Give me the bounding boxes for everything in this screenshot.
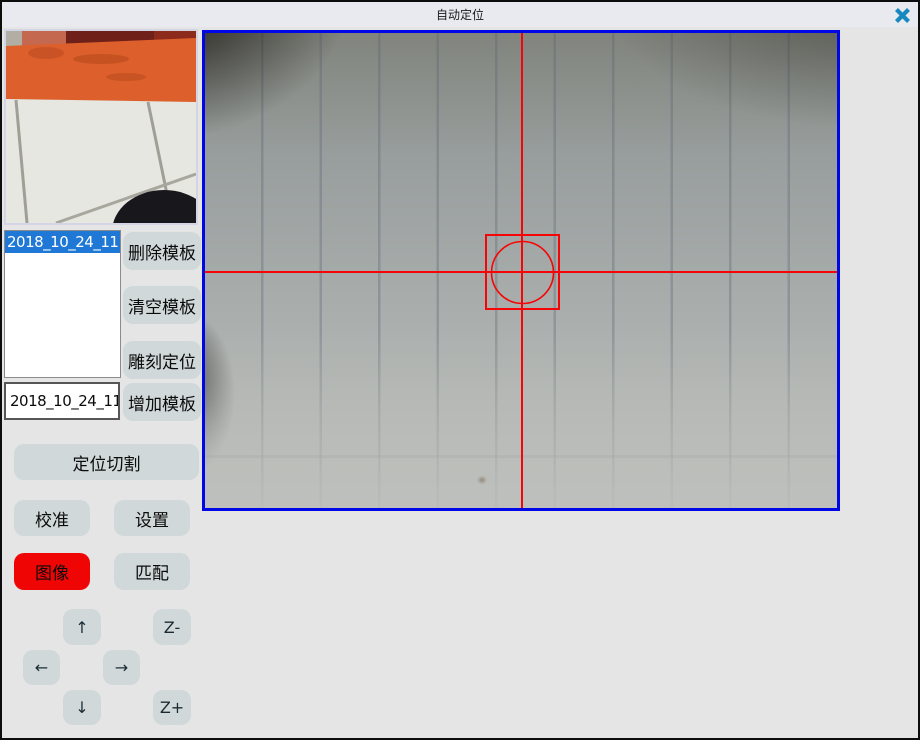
- titlebar: 自动定位: [2, 2, 918, 27]
- jog-z-plus-button[interactable]: Z+: [153, 690, 191, 725]
- z-minus-label: Z-: [164, 618, 180, 637]
- up-arrow-icon: ↑: [75, 618, 88, 637]
- position-cut-button[interactable]: 定位切割: [14, 444, 199, 480]
- camera-view: [202, 30, 840, 511]
- left-arrow-icon: ←: [35, 658, 48, 677]
- window-title: 自动定位: [436, 6, 484, 23]
- add-template-button[interactable]: 增加模板: [123, 383, 201, 421]
- image-button-active[interactable]: 图像: [14, 553, 90, 590]
- settings-button[interactable]: 设置: [114, 500, 190, 536]
- auto-position-window: 自动定位 2018_10_24_11 2018_10_24_11 删除模板: [0, 0, 920, 740]
- down-arrow-icon: ↓: [75, 698, 88, 717]
- template-list-item-selected[interactable]: 2018_10_24_11: [5, 231, 120, 253]
- jog-down-button[interactable]: ↓: [63, 690, 101, 725]
- template-name-input[interactable]: 2018_10_24_11: [4, 382, 120, 420]
- z-plus-label: Z+: [160, 698, 184, 717]
- template-snapshot-image: [6, 31, 196, 223]
- delete-template-button[interactable]: 删除模板: [123, 232, 201, 270]
- right-arrow-icon: →: [115, 658, 128, 677]
- jog-up-button[interactable]: ↑: [63, 609, 101, 645]
- clear-templates-button[interactable]: 清空模板: [123, 286, 201, 324]
- template-list[interactable]: 2018_10_24_11: [4, 230, 121, 378]
- match-button[interactable]: 匹配: [114, 553, 190, 590]
- jog-z-minus-button[interactable]: Z-: [153, 609, 191, 645]
- crosshair-overlay: [205, 33, 837, 508]
- jog-left-button[interactable]: ←: [23, 650, 60, 685]
- engrave-position-button[interactable]: 雕刻定位: [123, 341, 201, 379]
- template-preview-thumbnail[interactable]: [4, 29, 198, 225]
- calibrate-button[interactable]: 校准: [14, 500, 90, 536]
- jog-right-button[interactable]: →: [103, 650, 140, 685]
- close-button[interactable]: [893, 7, 911, 23]
- close-x-icon: [894, 8, 911, 23]
